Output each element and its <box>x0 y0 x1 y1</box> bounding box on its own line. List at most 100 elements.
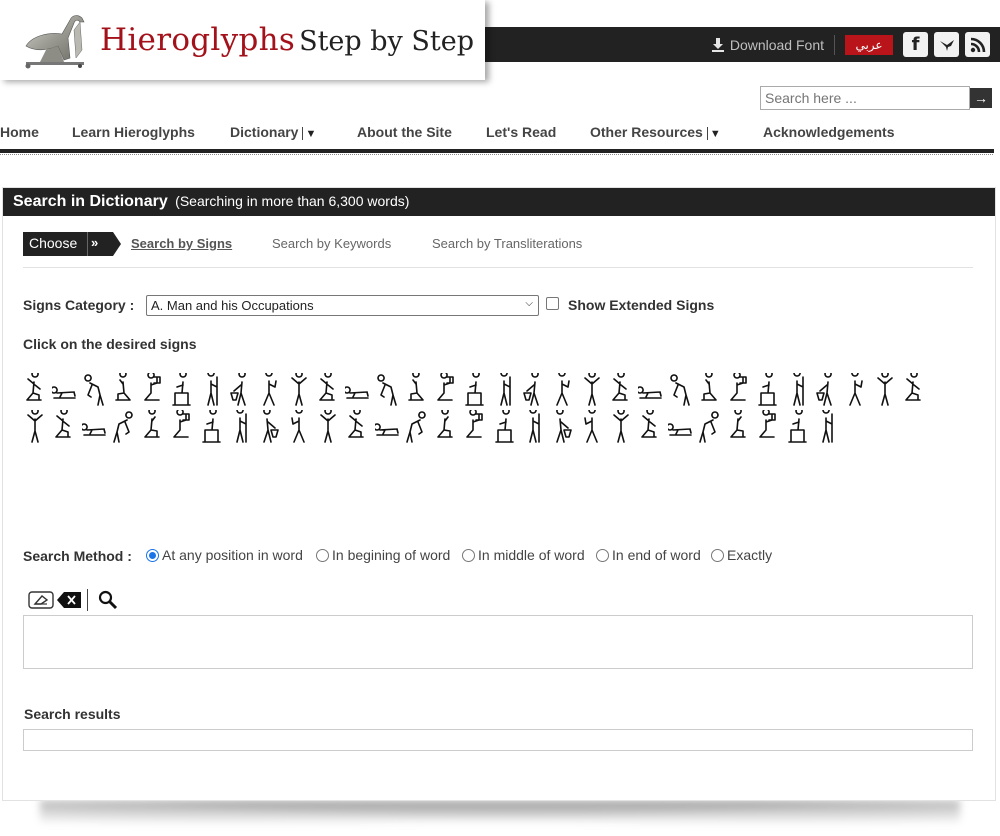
site-search-button[interactable]: → <box>970 88 992 108</box>
hieroglyph-sign[interactable] <box>404 410 428 444</box>
hieroglyph-sign[interactable] <box>521 370 545 407</box>
hieroglyph-sign[interactable] <box>843 369 867 407</box>
hieroglyph-sign[interactable] <box>697 370 721 407</box>
signs-category-select[interactable]: A. Man and his Occupations ⌵ <box>146 295 539 316</box>
hieroglyph-sign[interactable] <box>316 407 340 444</box>
hieroglyph-sign[interactable] <box>462 408 486 444</box>
site-search-input[interactable] <box>760 86 970 110</box>
hieroglyph-sign[interactable] <box>343 373 370 407</box>
hieroglyph-sign[interactable] <box>550 407 574 444</box>
hieroglyph-sign[interactable] <box>50 373 77 407</box>
hieroglyph-sign[interactable] <box>316 370 340 407</box>
hieroglyph-sign[interactable] <box>111 370 135 407</box>
tab-search-by-signs[interactable]: Search by Signs <box>131 236 232 251</box>
hieroglyph-sign[interactable] <box>199 407 223 444</box>
hieroglyph-sign[interactable] <box>52 407 76 444</box>
hieroglyph-sign[interactable] <box>23 370 47 407</box>
clear-button[interactable] <box>27 589 55 611</box>
hieroglyph-sign[interactable] <box>169 370 193 407</box>
hieroglyph-sign[interactable] <box>287 370 311 407</box>
radio-button[interactable] <box>596 548 609 562</box>
hieroglyph-sign[interactable] <box>636 373 663 407</box>
sign-input-toolbar <box>27 588 122 612</box>
hieroglyph-sign[interactable] <box>609 370 633 407</box>
hieroglyph-sign[interactable] <box>228 370 252 407</box>
hieroglyph-sign[interactable] <box>580 370 604 407</box>
search-signs-button[interactable] <box>94 589 122 611</box>
hieroglyph-sign[interactable] <box>785 407 809 444</box>
hieroglyph-sign[interactable] <box>433 371 457 407</box>
hieroglyph-sign[interactable] <box>609 407 633 444</box>
site-logo[interactable]: Hieroglyphs Step by Step <box>0 0 485 80</box>
nav-about-the-site[interactable]: About the Site <box>357 124 452 140</box>
hieroglyph-sign[interactable] <box>785 369 809 407</box>
nav-acknowledgements[interactable]: Acknowledgements <box>763 124 894 140</box>
hieroglyph-sign[interactable] <box>257 407 281 444</box>
hieroglyph-sign[interactable] <box>492 369 516 407</box>
show-extended-signs-checkbox[interactable] <box>546 297 559 310</box>
hieroglyph-sign[interactable] <box>638 407 662 444</box>
radio-button[interactable] <box>316 548 329 562</box>
hieroglyph-sign[interactable] <box>228 406 252 444</box>
hieroglyph-sign[interactable] <box>550 369 574 407</box>
hieroglyph-sign[interactable] <box>140 371 164 407</box>
hieroglyph-sign[interactable] <box>199 369 223 407</box>
hieroglyph-sign[interactable] <box>433 407 457 444</box>
hieroglyph-sign[interactable] <box>82 373 106 407</box>
hieroglyph-sign[interactable] <box>755 370 779 407</box>
radio-button[interactable] <box>711 548 724 562</box>
hieroglyph-sign[interactable] <box>726 407 750 444</box>
hieroglyph-sign[interactable] <box>668 373 692 407</box>
hieroglyph-sign[interactable] <box>492 407 516 444</box>
hieroglyph-sign[interactable] <box>140 407 164 444</box>
hieroglyph-sign[interactable] <box>404 370 428 407</box>
hieroglyph-figure-icon <box>665 423 692 436</box>
download-font-link[interactable]: Download Font <box>711 34 835 55</box>
download-icon <box>711 37 724 52</box>
hieroglyph-sign[interactable] <box>902 370 926 407</box>
dropdown-caret-icon[interactable]: ▼ <box>302 127 316 140</box>
hieroglyph-sign[interactable] <box>287 406 311 444</box>
show-extended-signs-label[interactable]: Show Extended Signs <box>568 297 714 313</box>
hieroglyph-sign[interactable] <box>814 370 838 407</box>
hieroglyph-sign[interactable] <box>23 407 47 444</box>
hieroglyph-sign[interactable] <box>580 406 604 444</box>
hieroglyph-sign[interactable] <box>697 410 721 444</box>
nav-learn-hieroglyphs[interactable]: Learn Hieroglyphs <box>72 124 195 140</box>
radio-button[interactable] <box>462 548 475 562</box>
hieroglyph-sign[interactable] <box>873 370 897 407</box>
hieroglyph-sign[interactable] <box>79 410 106 444</box>
top-utility-bar: Download Font عربي f <box>711 27 990 62</box>
method-any-position[interactable]: At any position in word <box>146 547 303 563</box>
arabic-language-button[interactable]: عربي <box>845 34 893 55</box>
facebook-button[interactable]: f <box>903 32 928 57</box>
nav-home[interactable]: Home <box>0 124 39 140</box>
tab-search-by-keywords[interactable]: Search by Keywords <box>272 236 391 251</box>
hieroglyph-sign[interactable] <box>665 410 692 444</box>
hieroglyph-sign[interactable] <box>814 406 838 444</box>
nav-dictionary[interactable]: Dictionary ▼ <box>230 124 316 140</box>
hieroglyph-sign[interactable] <box>111 410 135 444</box>
hieroglyph-sign[interactable] <box>755 408 779 444</box>
hieroglyph-sign[interactable] <box>462 370 486 407</box>
hieroglyph-sign[interactable] <box>345 407 369 444</box>
nav-other-resources[interactable]: Other Resources ▼ <box>590 124 721 140</box>
hieroglyph-sign[interactable] <box>257 369 281 407</box>
twitter-button[interactable] <box>934 32 959 57</box>
rss-button[interactable] <box>965 32 990 57</box>
dropdown-caret-icon[interactable]: ▼ <box>706 127 721 140</box>
hieroglyph-sign[interactable] <box>375 373 399 407</box>
tab-search-by-transliterations[interactable]: Search by Transliterations <box>432 236 582 251</box>
hieroglyph-sign[interactable] <box>372 410 399 444</box>
method-end[interactable]: In end of word <box>596 547 701 563</box>
hieroglyph-sign[interactable] <box>169 408 193 444</box>
method-middle[interactable]: In middle of word <box>462 547 585 563</box>
hieroglyph-sign[interactable] <box>521 406 545 444</box>
backspace-button[interactable] <box>55 589 83 611</box>
method-exactly[interactable]: Exactly <box>711 547 772 563</box>
nav-lets-read[interactable]: Let's Read <box>486 124 556 140</box>
selected-signs-input[interactable] <box>23 615 973 669</box>
method-beginning[interactable]: In begining of word <box>316 547 450 563</box>
hieroglyph-sign[interactable] <box>726 371 750 407</box>
radio-button[interactable] <box>146 548 159 562</box>
